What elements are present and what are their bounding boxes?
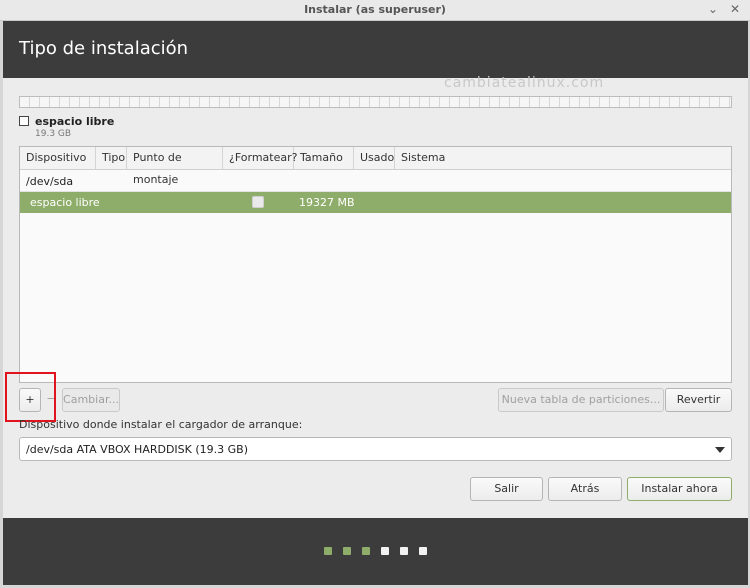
table-header: Dispositivo Tipo Punto de montaje ¿Forma… bbox=[20, 147, 731, 186]
watermark: cambiatealinux.com bbox=[444, 75, 605, 91]
progress-dot bbox=[400, 547, 408, 555]
column-header-format[interactable]: ¿Formatear? bbox=[223, 147, 297, 169]
progress-dot bbox=[381, 547, 389, 555]
install-now-button[interactable]: Instalar ahora bbox=[627, 477, 732, 501]
window-title: Instalar (as superuser) bbox=[304, 3, 446, 16]
column-header-type[interactable]: Tipo bbox=[96, 147, 127, 169]
minimize-icon[interactable]: ⌄ bbox=[708, 2, 718, 16]
progress-dot bbox=[419, 547, 427, 555]
legend-size: 19.3 GB bbox=[35, 129, 72, 139]
row-size: 19327 MB bbox=[299, 196, 355, 209]
column-header-system[interactable]: Sistema bbox=[395, 147, 731, 169]
new-partition-table-button[interactable]: Nueva tabla de particiones... bbox=[498, 388, 664, 412]
progress-dot bbox=[324, 547, 332, 555]
chevron-down-icon bbox=[715, 447, 725, 453]
column-header-mount[interactable]: Punto de montaje bbox=[127, 147, 223, 186]
bootloader-value: /dev/sda ATA VBOX HARDDISK (19.3 GB) bbox=[26, 443, 249, 456]
legend-label: espacio libre bbox=[35, 115, 115, 128]
column-header-size[interactable]: Tamaño bbox=[294, 147, 354, 169]
row-name: espacio libre bbox=[30, 196, 100, 209]
bootloader-label: Dispositivo donde instalar el cargador d… bbox=[19, 418, 303, 431]
partition-bar bbox=[19, 96, 732, 108]
table-row-device[interactable]: /dev/sda bbox=[20, 171, 731, 192]
footer bbox=[3, 518, 748, 585]
progress-steps bbox=[324, 547, 427, 555]
table-row-selected[interactable]: espacio libre 19327 MB bbox=[20, 192, 731, 213]
progress-dot bbox=[362, 547, 370, 555]
change-partition-button[interactable]: Cambiar... bbox=[62, 388, 120, 412]
revert-button[interactable]: Revertir bbox=[665, 388, 732, 412]
quit-button[interactable]: Salir bbox=[470, 477, 543, 501]
bootloader-select[interactable]: /dev/sda ATA VBOX HARDDISK (19.3 GB) bbox=[19, 437, 732, 461]
window-titlebar: Instalar (as superuser) ⌄ ✕ bbox=[0, 0, 750, 21]
column-header-used[interactable]: Usado bbox=[354, 147, 395, 169]
partition-table[interactable]: Dispositivo Tipo Punto de montaje ¿Forma… bbox=[19, 146, 732, 383]
page-header: Tipo de instalación bbox=[3, 21, 748, 78]
page-title: Tipo de instalación bbox=[19, 38, 189, 59]
back-button[interactable]: Atrás bbox=[548, 477, 622, 501]
format-checkbox[interactable] bbox=[252, 196, 264, 208]
legend-swatch bbox=[19, 116, 29, 126]
progress-dot bbox=[343, 547, 351, 555]
close-icon[interactable]: ✕ bbox=[730, 2, 740, 16]
column-header-device[interactable]: Dispositivo bbox=[20, 147, 96, 169]
highlight-box bbox=[5, 372, 56, 422]
